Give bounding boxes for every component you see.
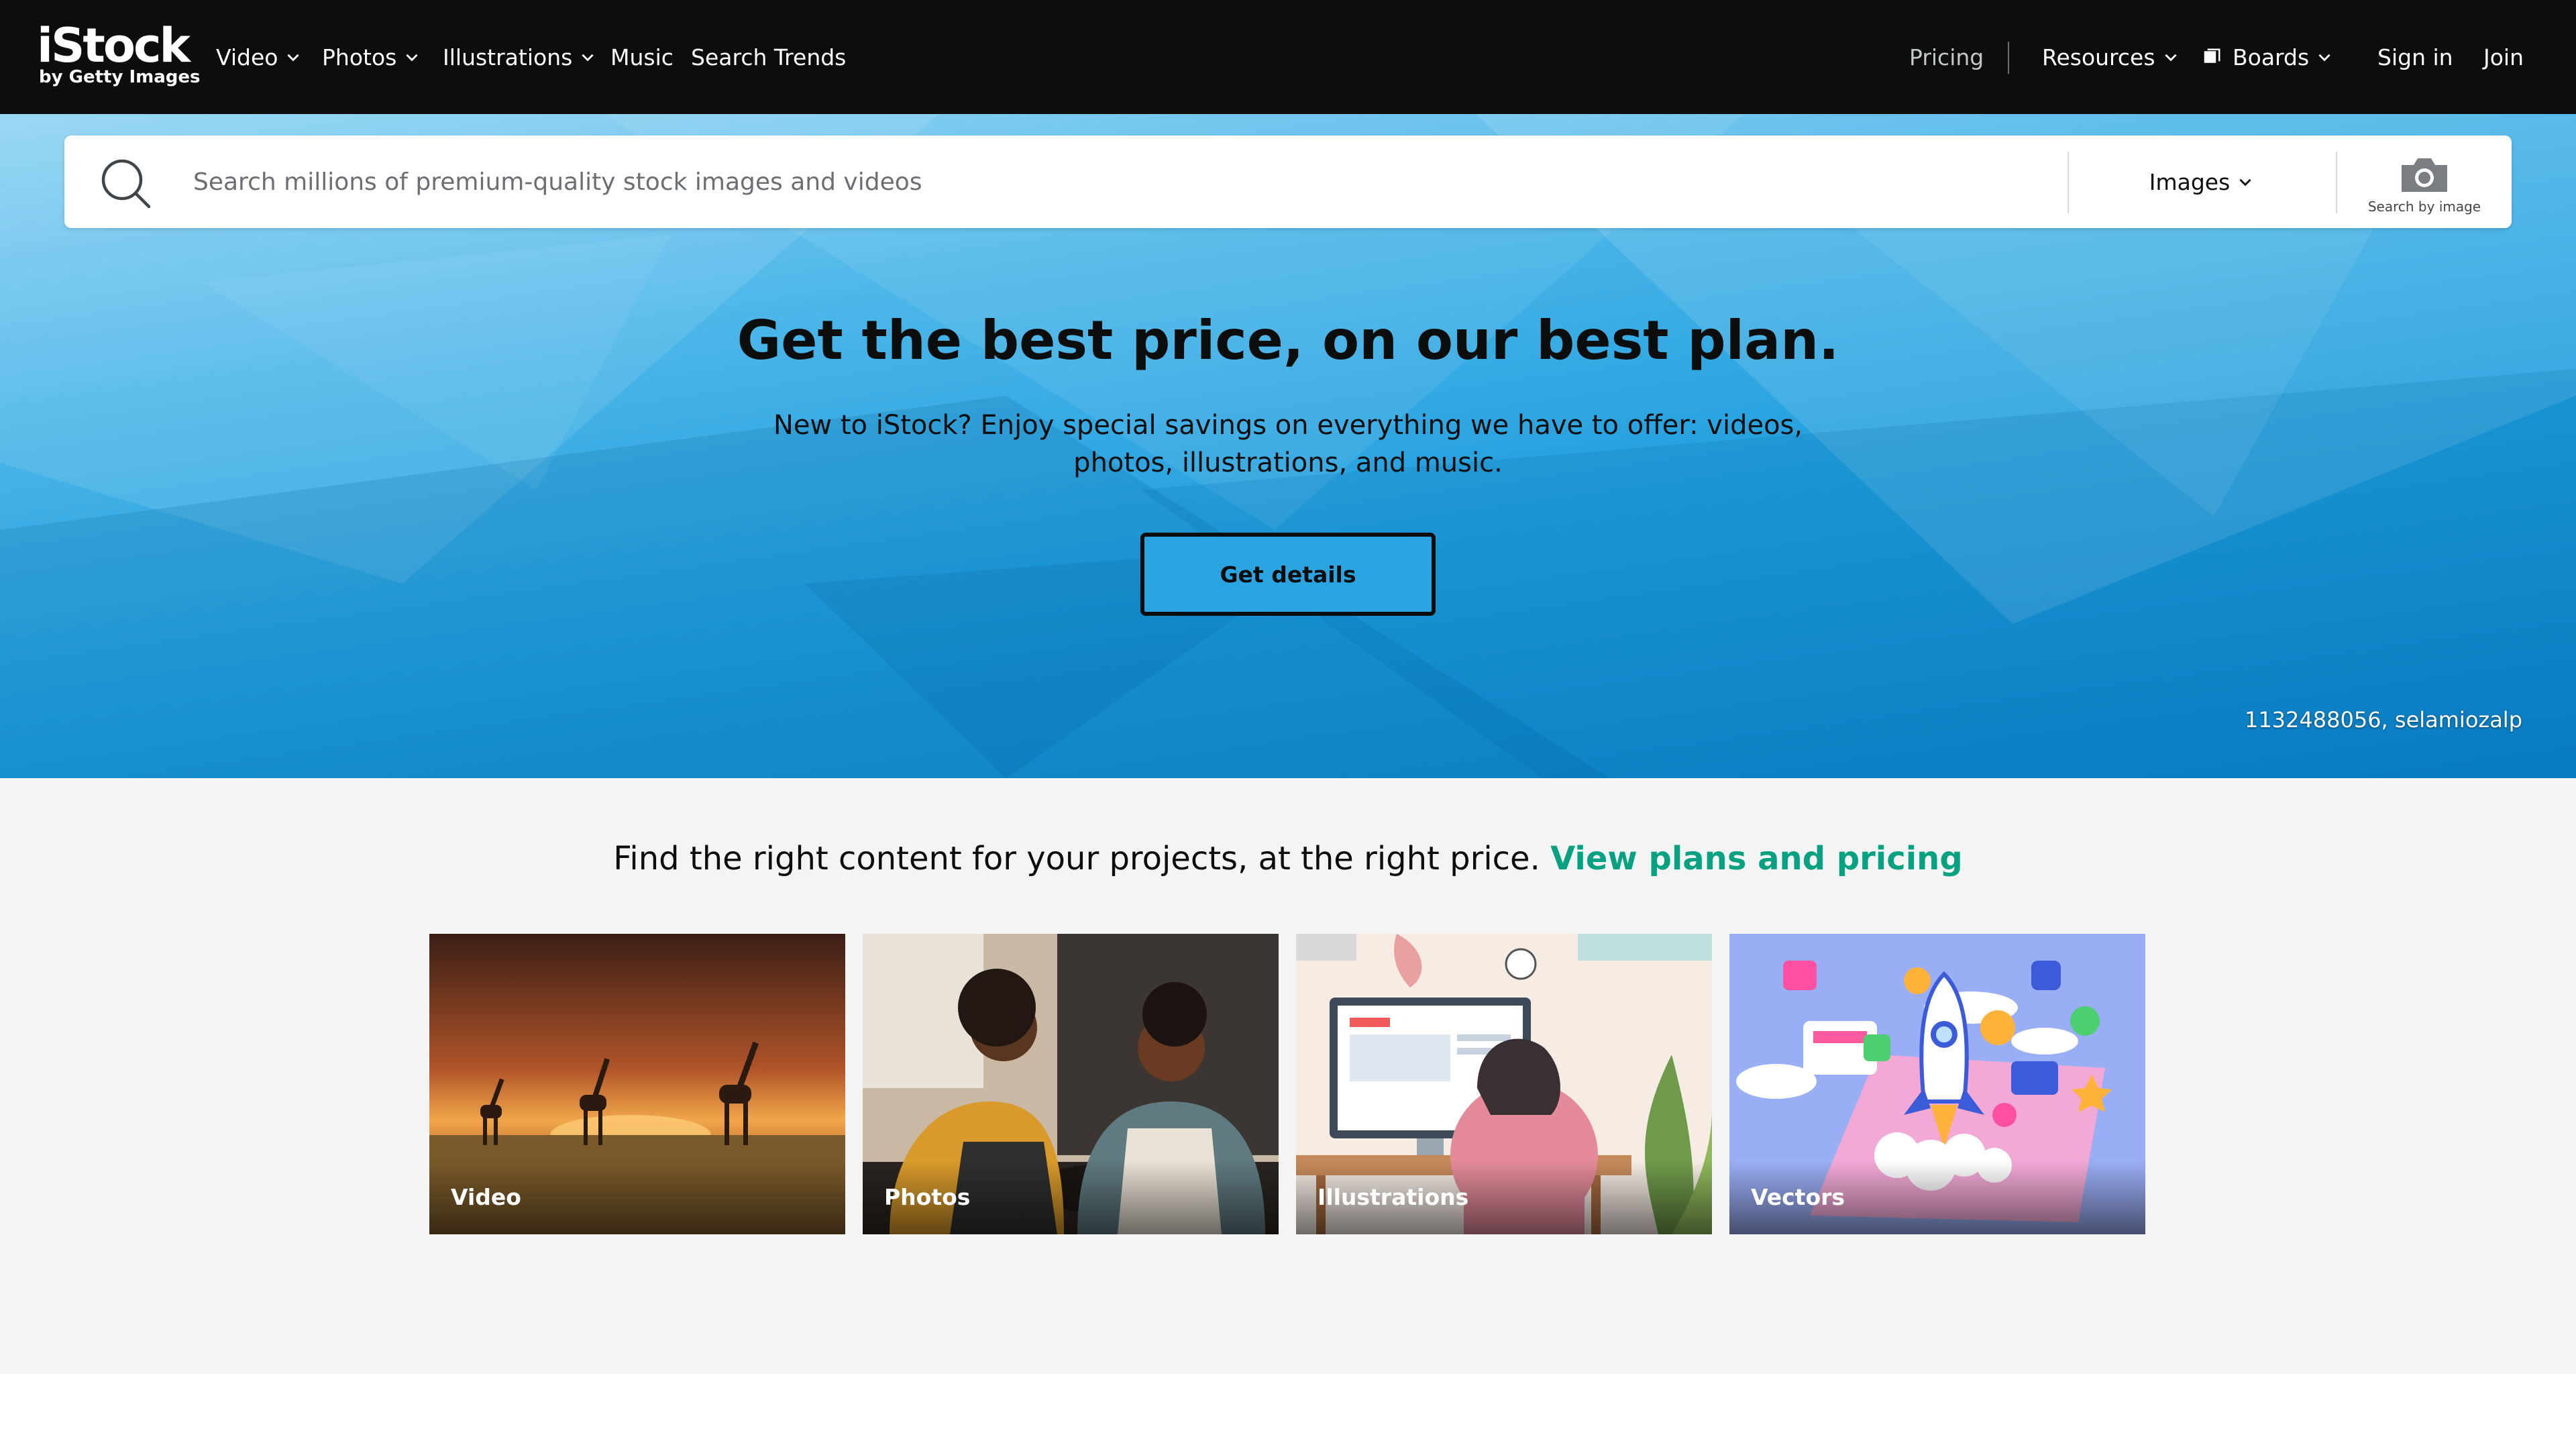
chevron-down-icon: [406, 54, 418, 62]
nav-pricing-label: Pricing: [1909, 44, 1984, 70]
tile-photos-label: Photos: [884, 1184, 971, 1210]
media-type-dropdown[interactable]: Images: [2068, 136, 2336, 228]
chevron-down-icon: [582, 54, 594, 62]
search-by-image-label: Search by image: [2367, 199, 2481, 215]
camera-icon: [2402, 158, 2447, 192]
sign-in-label: Sign in: [2377, 44, 2453, 70]
nav-resources-label: Resources: [2042, 44, 2155, 70]
view-plans-link[interactable]: View plans and pricing: [1550, 840, 1963, 877]
istock-logo[interactable]: iStock by Getty Images: [37, 18, 200, 94]
tile-vectors[interactable]: Vectors: [1729, 934, 2145, 1234]
search-input[interactable]: [193, 154, 2072, 209]
image-credit: 1132488056, selamiozalp: [2244, 707, 2522, 733]
chevron-down-icon: [2239, 178, 2251, 186]
nav-music[interactable]: Music: [610, 0, 674, 114]
hero-title: Get the best price, on our best plan.: [737, 309, 1839, 372]
nav-illustrations[interactable]: Illustrations: [443, 0, 596, 114]
boards-icon: [2204, 48, 2220, 63]
search-icon[interactable]: [99, 157, 153, 211]
chevron-down-icon: [2164, 54, 2177, 62]
nav-resources[interactable]: Resources: [2042, 0, 2180, 114]
nav-divider: [2008, 42, 2009, 74]
tile-vectors-label: Vectors: [1751, 1184, 1845, 1210]
nav-boards[interactable]: Boards: [2202, 0, 2333, 114]
chevron-down-icon: [287, 54, 300, 62]
hero-subtitle: New to iStock? Enjoy special savings on …: [773, 410, 1803, 478]
sign-in-link[interactable]: Sign in: [2377, 0, 2453, 114]
tile-illustrations[interactable]: Illustrations: [1296, 934, 1712, 1234]
logo-tagline: by Getty Images: [39, 67, 201, 87]
get-details-label: Get details: [1220, 561, 1356, 588]
nav-illustrations-label: Illustrations: [443, 44, 573, 70]
pricing-tagline: Find the right content for your projects…: [0, 840, 2576, 877]
hero-banner: Images Search by image Get the best pric…: [0, 114, 2576, 778]
tagline-text: Find the right content for your projects…: [613, 840, 1540, 877]
search-bar: Images Search by image: [64, 136, 2512, 228]
tile-photos[interactable]: Photos: [863, 934, 1279, 1234]
tile-video[interactable]: Video: [429, 934, 845, 1234]
nav-music-label: Music: [610, 44, 674, 70]
join-label: Join: [2483, 44, 2524, 70]
nav-search-trends-label: Search Trends: [691, 44, 847, 70]
tile-video-label: Video: [451, 1184, 521, 1210]
logo-wordmark: iStock: [37, 18, 191, 73]
nav-boards-label: Boards: [2233, 44, 2310, 70]
nav-search-trends[interactable]: Search Trends: [691, 0, 846, 114]
media-type-selected: Images: [2149, 168, 2231, 195]
nav-photos[interactable]: Photos: [322, 0, 421, 114]
content-type-tiles: Video Photos Illustrations Vectors: [429, 934, 2147, 1234]
nav-pricing[interactable]: Pricing: [1909, 0, 1984, 114]
top-navigation: iStock by Getty Images Video Photos Illu…: [0, 0, 2576, 114]
search-by-image-button[interactable]: Search by image: [2337, 136, 2512, 228]
content-types-section: Find the right content for your projects…: [0, 778, 2576, 1374]
chevron-down-icon: [2318, 54, 2330, 62]
nav-photos-label: Photos: [322, 44, 397, 70]
nav-video[interactable]: Video: [216, 0, 302, 114]
join-link[interactable]: Join: [2483, 0, 2524, 114]
tile-illustrations-label: Illustrations: [1318, 1184, 1469, 1210]
get-details-button[interactable]: Get details: [1140, 533, 1436, 616]
nav-video-label: Video: [216, 44, 278, 70]
